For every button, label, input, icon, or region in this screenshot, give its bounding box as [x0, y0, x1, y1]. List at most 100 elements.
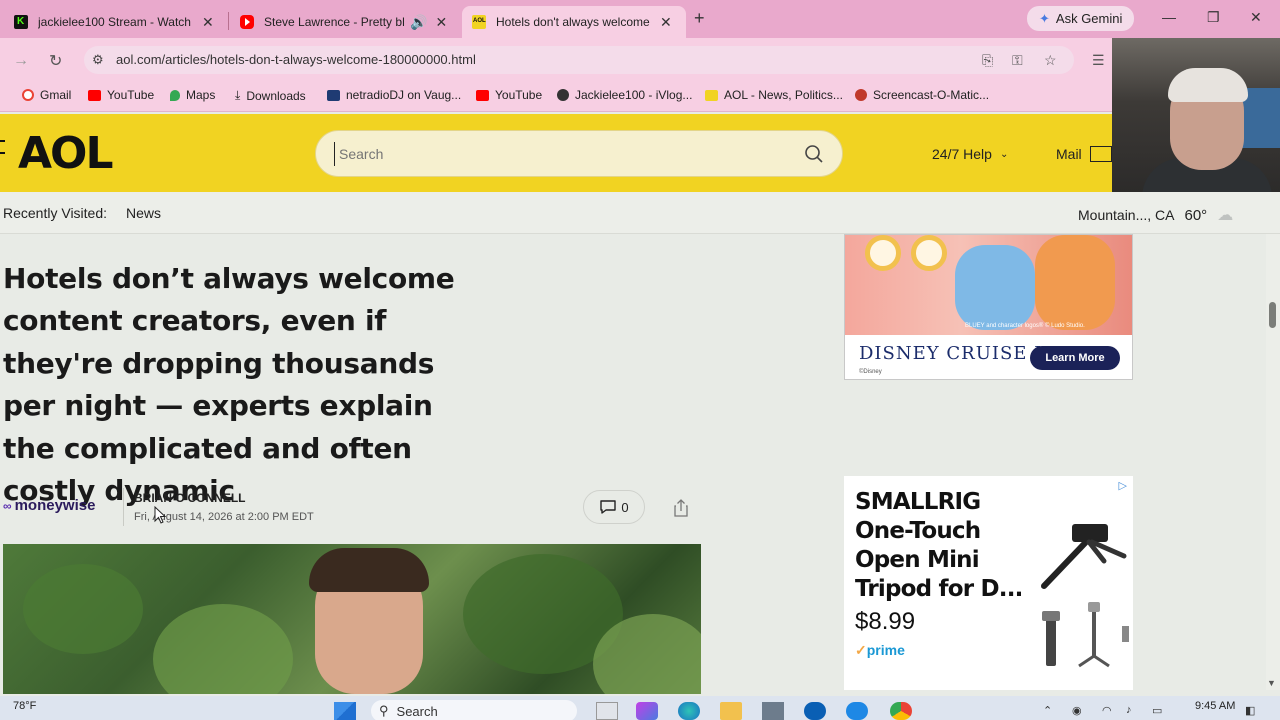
recent-item-news[interactable]: News	[126, 205, 161, 221]
tab-kick-stream[interactable]: K jackielee100 Stream - Watch Li ✕	[4, 6, 224, 38]
scroll-down-arrow-icon[interactable]: ▼	[1267, 678, 1276, 688]
close-icon[interactable]: ✕	[435, 14, 447, 31]
bookmark-youtube[interactable]: YouTube	[88, 88, 154, 102]
password-key-icon[interactable]: ⚿	[1012, 52, 1023, 69]
task-view-icon[interactable]	[596, 702, 618, 720]
restore-icon[interactable]: ❐	[1207, 9, 1220, 26]
bookmark-netradiodj[interactable]: netradioDJ on Vaug...	[327, 88, 461, 102]
site-info-icon[interactable]: ⚙	[92, 52, 104, 68]
foliage-shape	[23, 564, 143, 654]
disney-cruise-ad[interactable]: BLUEY and character logos® © Ludo Studio…	[844, 234, 1133, 380]
chevron-up-icon[interactable]: ⌃	[1043, 704, 1052, 717]
comment-count: 0	[621, 499, 629, 515]
envelope-icon	[1089, 146, 1112, 162]
wifi-icon[interactable]: ◠	[1102, 704, 1112, 717]
prime-badge: ✓prime	[855, 642, 905, 658]
minimize-icon[interactable]: —	[1162, 9, 1176, 25]
search-input[interactable]	[334, 142, 774, 166]
chrome-icon[interactable]	[890, 702, 912, 720]
search-icon[interactable]	[804, 144, 824, 164]
bookmark-star-icon[interactable]: ☆	[1044, 52, 1057, 69]
app-icon[interactable]	[762, 702, 784, 720]
man-hair-shape	[309, 548, 429, 592]
new-tab-button[interactable]: +	[694, 8, 705, 29]
comment-bubble-icon	[600, 500, 617, 514]
hp-icon[interactable]	[804, 702, 826, 720]
file-explorer-icon[interactable]	[720, 702, 742, 720]
article-author[interactable]: BRIAN O'CONNELL	[134, 491, 246, 505]
tab-aol-article[interactable]: AOL Hotels don't always welcome co ✕	[462, 6, 686, 38]
windows-start-icon[interactable]	[334, 702, 356, 720]
notification-icon[interactable]: ◧	[1245, 704, 1255, 717]
share-button[interactable]	[666, 496, 696, 520]
recently-visited-label: Recently Visited:	[3, 205, 108, 221]
tab-separator	[228, 12, 229, 30]
network-icon[interactable]: ◉	[1072, 704, 1082, 717]
battery-icon[interactable]: ▭	[1152, 704, 1162, 717]
bookmark-youtube-2[interactable]: YouTube	[476, 88, 542, 102]
taskbar-clock[interactable]: 9:45 AM	[1195, 700, 1235, 712]
aol-logo[interactable]: AOL	[18, 128, 113, 179]
bookmark-maps[interactable]: Maps	[170, 88, 215, 102]
taskbar-weather[interactable]: 78°F	[13, 700, 36, 712]
learn-more-button[interactable]: Learn More	[1030, 346, 1120, 370]
moneywise-logo-icon: ∞	[3, 498, 12, 513]
forward-arrow-icon[interactable]: →	[13, 52, 29, 70]
smallrig-amazon-ad[interactable]: ▷ SMALLRIG One-Touch Open Mini Tripod fo…	[844, 476, 1133, 690]
porthole-shape	[911, 235, 947, 271]
comments-button[interactable]: 0	[583, 490, 645, 524]
help-menu[interactable]: 24/7 Help ⌄	[932, 146, 1008, 162]
tab-title: Steve Lawrence - Pretty blu	[264, 15, 404, 29]
ask-gemini-button[interactable]: ✦ Ask Gemini	[1027, 6, 1135, 31]
copilot-icon[interactable]	[636, 702, 658, 720]
close-window-icon[interactable]: ✕	[1250, 9, 1262, 26]
bookmark-jackielee-ivlog[interactable]: Jackielee100 - iVlog...	[557, 88, 692, 102]
youtube-icon	[88, 89, 101, 101]
webcam-overlay	[1112, 38, 1280, 198]
volume-icon[interactable]: ♪	[1126, 704, 1132, 716]
maps-pin-icon	[170, 89, 180, 101]
tab-search-icon[interactable]: ☰	[1092, 52, 1105, 69]
bookmark-downloads[interactable]: ⤓ Downloads	[235, 88, 306, 103]
weather-widget[interactable]: Mountain..., CA 60° ☁	[1078, 205, 1233, 225]
byline-divider	[123, 488, 124, 526]
article-hero-image[interactable]	[3, 544, 701, 694]
aol-favicon-icon: AOL	[472, 15, 486, 29]
youtube-favicon-icon	[240, 15, 254, 29]
source-logo[interactable]: ∞ moneywise	[3, 497, 95, 514]
help-label: 24/7 Help	[932, 146, 992, 162]
mouse-cursor-icon	[154, 506, 166, 524]
edge-browser-icon[interactable]	[678, 702, 700, 720]
close-icon[interactable]: ✕	[660, 14, 672, 31]
ad-price: $8.99	[855, 608, 916, 635]
bluey-character-shape	[955, 245, 1035, 330]
webcam-person-hair	[1168, 68, 1248, 102]
source-name: moneywise	[14, 497, 96, 514]
tab-title: Hotels don't always welcome co	[496, 15, 652, 29]
bookmark-screencast[interactable]: Screencast-O-Matic...	[855, 88, 989, 102]
speaker-icon[interactable]: 🔊	[410, 14, 427, 31]
help-question-icon[interactable]	[846, 702, 868, 720]
install-app-icon[interactable]: ⎘	[982, 52, 993, 69]
search-icon: ⚲	[379, 703, 389, 718]
bingo-character-shape	[1035, 235, 1115, 330]
mail-link[interactable]: Mail	[1056, 146, 1112, 162]
kick-favicon-icon: K	[14, 15, 28, 29]
article-headline: Hotels don’t always welcome content crea…	[3, 262, 455, 508]
bookmark-aol[interactable]: AOL - News, Politics...	[705, 88, 843, 102]
taskbar-search[interactable]: ⚲ Search	[371, 700, 577, 720]
reload-icon[interactable]: ↻	[49, 51, 62, 71]
ad-fine-print: BLUEY and character logos® © Ludo Studio…	[965, 323, 1085, 329]
weather-location: Mountain..., CA	[1078, 207, 1175, 223]
menu-icon[interactable]	[0, 140, 5, 154]
adchoices-icon[interactable]: ▷	[1119, 479, 1127, 492]
tab-youtube-steve[interactable]: Steve Lawrence - Pretty blu 🔊 ✕	[230, 6, 457, 38]
gemini-label: Ask Gemini	[1055, 11, 1123, 26]
scrollbar-thumb[interactable]	[1269, 302, 1276, 328]
aol-icon	[705, 89, 718, 101]
ivlog-icon	[557, 89, 569, 101]
search-box[interactable]	[315, 130, 843, 177]
close-icon[interactable]: ✕	[202, 14, 214, 31]
bookmark-gmail[interactable]: Gmail	[22, 88, 71, 102]
url-text[interactable]: aol.com/articles/hotels-don-t-always-wel…	[116, 52, 476, 67]
